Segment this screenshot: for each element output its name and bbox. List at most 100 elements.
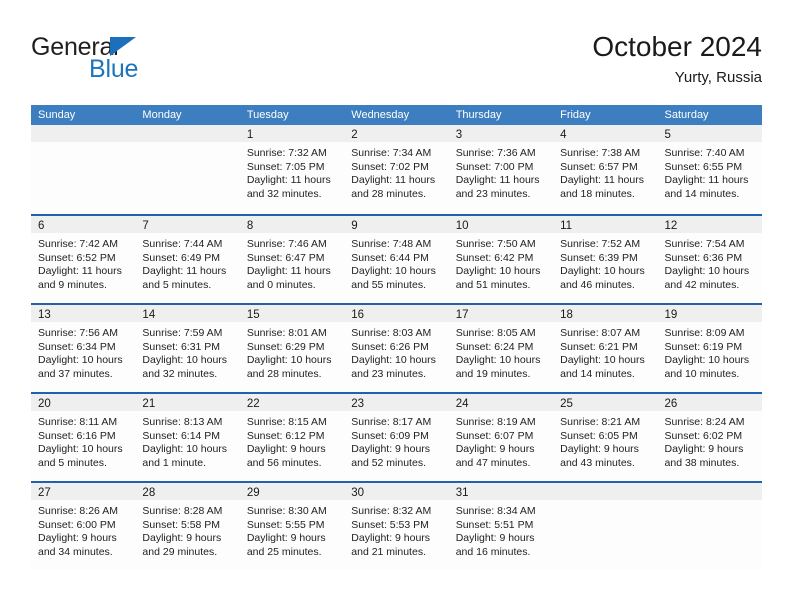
day-cell[interactable]: 19 Sunrise: 8:09 AM Sunset: 6:19 PM Dayl… [657, 305, 762, 392]
day-number-band: 29 [239, 483, 345, 500]
daylight-text-line1: Daylight: 10 hours [664, 265, 750, 278]
day-cell[interactable]: 11 Sunrise: 7:52 AM Sunset: 6:39 PM Dayl… [553, 216, 658, 303]
daylight-text-line1: Daylight: 10 hours [455, 265, 541, 278]
day-number: 5 [664, 129, 671, 141]
daylight-text-line1: Daylight: 9 hours [351, 443, 431, 456]
day-cell[interactable]: 8 Sunrise: 7:46 AM Sunset: 6:47 PM Dayli… [239, 216, 345, 303]
day-cell[interactable]: 4 Sunrise: 7:38 AM Sunset: 6:57 PM Dayli… [553, 125, 658, 214]
day-details: Sunrise: 8:03 AM Sunset: 6:26 PM Dayligh… [344, 322, 448, 381]
day-number: 30 [351, 487, 365, 499]
day-number-band: 19 [657, 305, 762, 322]
sunset-text: Sunset: 6:55 PM [664, 160, 743, 173]
daylight-text-line2: and 19 minutes. [455, 367, 531, 380]
day-cell[interactable]: 5 Sunrise: 7:40 AM Sunset: 6:55 PM Dayli… [657, 125, 762, 214]
day-details: Sunrise: 7:46 AM Sunset: 6:47 PM Dayligh… [240, 233, 344, 292]
day-number: 22 [246, 398, 260, 410]
day-cell[interactable]: 23 Sunrise: 8:17 AM Sunset: 6:09 PM Dayl… [344, 394, 449, 481]
day-number: 24 [455, 398, 469, 410]
day-number-band: 10 [448, 216, 554, 233]
daylight-text-line2: and 55 minutes. [351, 278, 426, 291]
day-number-band: 27 [31, 483, 136, 500]
sunrise-text: Sunrise: 7:50 AM [455, 238, 536, 250]
daylight-text-line2: and 42 minutes. [664, 278, 740, 291]
daylight-text-line1: Daylight: 10 hours [351, 354, 436, 367]
sunset-text: Sunset: 6:21 PM [560, 340, 638, 353]
day-cell[interactable] [135, 125, 240, 214]
sunset-text: Sunset: 7:05 PM [246, 160, 325, 173]
sunset-text: Sunset: 6:36 PM [664, 251, 743, 264]
daylight-text-line1: Daylight: 11 hours [246, 265, 331, 278]
day-cell[interactable]: 12 Sunrise: 7:54 AM Sunset: 6:36 PM Dayl… [657, 216, 762, 303]
page-header: General Blue October 2024 Yurty, Russia [31, 30, 762, 96]
day-details: Sunrise: 8:24 AM Sunset: 6:02 PM Dayligh… [658, 411, 762, 470]
daylight-text-line1: Daylight: 9 hours [455, 443, 535, 456]
day-number: 29 [246, 487, 260, 499]
day-cell[interactable]: 1 Sunrise: 7:32 AM Sunset: 7:05 PM Dayli… [239, 125, 345, 214]
day-number: 18 [560, 309, 573, 321]
day-cell[interactable]: 22 Sunrise: 8:15 AM Sunset: 6:12 PM Dayl… [239, 394, 345, 481]
day-number: 23 [351, 398, 365, 410]
day-cell[interactable]: 25 Sunrise: 8:21 AM Sunset: 6:05 PM Dayl… [553, 394, 658, 481]
day-cell[interactable]: 15 Sunrise: 8:01 AM Sunset: 6:29 PM Dayl… [239, 305, 345, 392]
day-details: Sunrise: 8:30 AM Sunset: 5:55 PM Dayligh… [240, 500, 344, 559]
day-number: 13 [38, 309, 51, 321]
day-cell[interactable]: 18 Sunrise: 8:07 AM Sunset: 6:21 PM Dayl… [553, 305, 658, 392]
day-number-band: 25 [553, 394, 658, 411]
sunrise-text: Sunrise: 8:09 AM [664, 327, 745, 339]
day-number-band: 7 [135, 216, 240, 233]
daylight-text-line2: and 38 minutes. [664, 456, 740, 469]
day-cell[interactable]: 21 Sunrise: 8:13 AM Sunset: 6:14 PM Dayl… [135, 394, 240, 481]
day-cell[interactable]: 26 Sunrise: 8:24 AM Sunset: 6:02 PM Dayl… [657, 394, 762, 481]
day-cell[interactable]: 7 Sunrise: 7:44 AM Sunset: 6:49 PM Dayli… [135, 216, 240, 303]
daylight-text-line2: and 47 minutes. [455, 456, 531, 469]
daylight-text-line2: and 25 minutes. [246, 545, 322, 558]
sunrise-text: Sunrise: 7:36 AM [455, 147, 536, 159]
daylight-text-line1: Daylight: 11 hours [664, 174, 749, 187]
sunrise-text: Sunrise: 8:26 AM [38, 505, 118, 517]
day-cell[interactable]: 13 Sunrise: 7:56 AM Sunset: 6:34 PM Dayl… [31, 305, 136, 392]
day-cell[interactable]: 2 Sunrise: 7:34 AM Sunset: 7:02 PM Dayli… [344, 125, 449, 214]
day-cell[interactable]: 9 Sunrise: 7:48 AM Sunset: 6:44 PM Dayli… [344, 216, 449, 303]
day-cell[interactable]: 30 Sunrise: 8:32 AM Sunset: 5:53 PM Dayl… [344, 483, 449, 570]
sunset-text: Sunset: 5:58 PM [142, 518, 221, 531]
day-cell[interactable]: 3 Sunrise: 7:36 AM Sunset: 7:00 PM Dayli… [448, 125, 554, 214]
sunrise-text: Sunrise: 8:32 AM [351, 505, 432, 517]
day-cell[interactable]: 24 Sunrise: 8:19 AM Sunset: 6:07 PM Dayl… [448, 394, 554, 481]
daylight-text-line1: Daylight: 10 hours [142, 443, 228, 456]
day-number: 6 [38, 220, 45, 232]
day-cell[interactable] [553, 483, 658, 570]
day-cell[interactable]: 10 Sunrise: 7:50 AM Sunset: 6:42 PM Dayl… [448, 216, 554, 303]
day-details: Sunrise: 8:28 AM Sunset: 5:58 PM Dayligh… [135, 500, 239, 559]
day-cell[interactable]: 14 Sunrise: 7:59 AM Sunset: 6:31 PM Dayl… [135, 305, 240, 392]
sunset-text: Sunset: 6:42 PM [455, 251, 534, 264]
day-number: 17 [455, 309, 469, 321]
weekday-header-friday: Friday [560, 109, 591, 121]
day-details: Sunrise: 8:17 AM Sunset: 6:09 PM Dayligh… [344, 411, 448, 470]
day-details [553, 500, 657, 505]
day-cell[interactable]: 31 Sunrise: 8:34 AM Sunset: 5:51 PM Dayl… [448, 483, 554, 570]
day-cell[interactable]: 29 Sunrise: 8:30 AM Sunset: 5:55 PM Dayl… [239, 483, 345, 570]
day-number-band: 13 [31, 305, 136, 322]
day-details: Sunrise: 7:50 AM Sunset: 6:42 PM Dayligh… [449, 233, 553, 292]
daylight-text-line2: and 28 minutes. [351, 187, 426, 200]
day-cell[interactable]: 20 Sunrise: 8:11 AM Sunset: 6:16 PM Dayl… [31, 394, 136, 481]
daylight-text-line2: and 52 minutes. [351, 456, 426, 469]
day-details: Sunrise: 8:01 AM Sunset: 6:29 PM Dayligh… [240, 322, 344, 381]
daylight-text-line2: and 10 minutes. [664, 367, 740, 380]
sunrise-text: Sunrise: 7:44 AM [142, 238, 223, 250]
day-number-band: 5 [657, 125, 762, 142]
general-blue-logo[interactable]: General Blue [31, 34, 231, 92]
day-cell[interactable]: 16 Sunrise: 8:03 AM Sunset: 6:26 PM Dayl… [344, 305, 449, 392]
day-cell[interactable] [657, 483, 762, 570]
day-cell[interactable]: 17 Sunrise: 8:05 AM Sunset: 6:24 PM Dayl… [448, 305, 554, 392]
day-cell[interactable]: 28 Sunrise: 8:28 AM Sunset: 5:58 PM Dayl… [135, 483, 240, 570]
day-cell[interactable]: 6 Sunrise: 7:42 AM Sunset: 6:52 PM Dayli… [31, 216, 136, 303]
day-details [31, 142, 135, 147]
calendar-grid: Sunday Monday Tuesday Wednesday Thursday… [31, 105, 762, 570]
day-number-band: 17 [448, 305, 554, 322]
day-cell[interactable]: 27 Sunrise: 8:26 AM Sunset: 6:00 PM Dayl… [31, 483, 136, 570]
sunrise-text: Sunrise: 7:48 AM [351, 238, 432, 250]
day-cell[interactable] [31, 125, 136, 214]
day-details: Sunrise: 8:09 AM Sunset: 6:19 PM Dayligh… [658, 322, 762, 381]
day-number: 1 [246, 129, 254, 141]
